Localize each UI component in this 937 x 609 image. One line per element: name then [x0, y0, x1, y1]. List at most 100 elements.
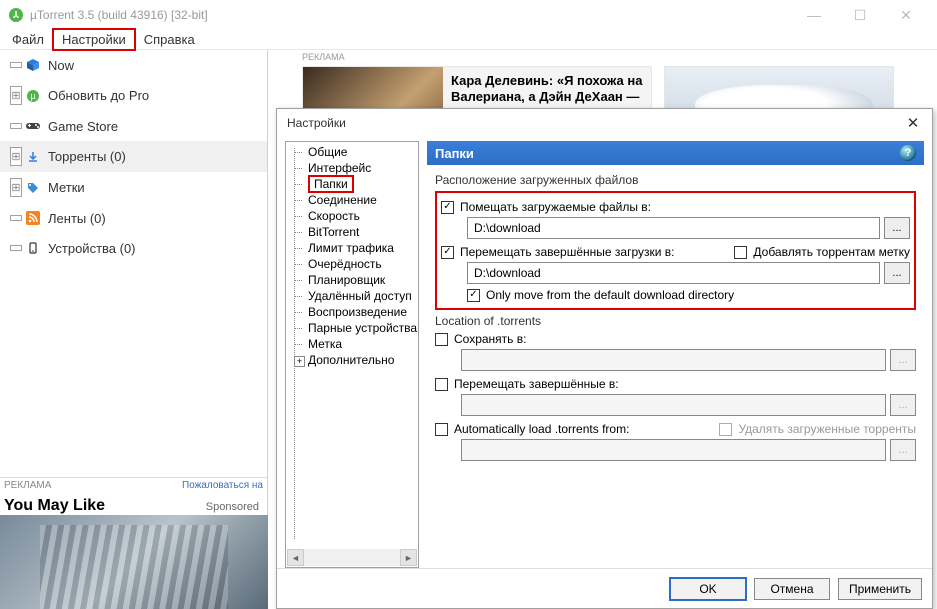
minimize-button[interactable]: —: [791, 0, 837, 30]
tree-scrollbar[interactable]: ◄►: [287, 549, 417, 566]
titlebar: µTorrent 3.5 (build 43916) [32-bit] — ☐ …: [0, 0, 937, 30]
logo-icon: µ: [24, 87, 42, 105]
pane-header: Папки ?: [427, 141, 924, 165]
dialog-titlebar[interactable]: Настройки ✕: [277, 109, 932, 137]
menu-settings[interactable]: Настройки: [52, 28, 136, 51]
browse-button: ...: [890, 349, 916, 371]
rss-icon: [24, 209, 42, 227]
checkbox-only-move[interactable]: [467, 289, 480, 302]
sidebar-item-labels[interactable]: ⊞ Метки: [0, 172, 267, 203]
tree-item-playback[interactable]: Воспроизведение: [286, 304, 418, 320]
tree-item-connection[interactable]: Соединение: [286, 192, 418, 208]
ad-image[interactable]: [0, 515, 268, 609]
checkbox-add-label[interactable]: [734, 246, 747, 259]
input-torrents-path: [461, 349, 886, 371]
checkbox-delete-loaded: [719, 423, 732, 436]
browse-button: ...: [890, 394, 916, 416]
cancel-button[interactable]: Отмена: [754, 578, 830, 600]
ad-label: РЕКЛАМА: [4, 480, 51, 491]
settings-pane: Папки ? Расположение загруженных файлов …: [427, 141, 924, 568]
input-download-path[interactable]: D:\download: [467, 217, 880, 239]
checkbox-move-torrents[interactable]: [435, 378, 448, 391]
scroll-right-icon[interactable]: ►: [400, 549, 417, 566]
sidebar-item-torrents[interactable]: ⊞ Торренты (0): [0, 141, 267, 172]
checkbox-store-in[interactable]: [435, 333, 448, 346]
browse-button[interactable]: ...: [884, 262, 910, 284]
scroll-left-icon[interactable]: ◄: [287, 549, 304, 566]
menubar: Файл Настройки Справка: [0, 30, 937, 50]
tree-item-remote[interactable]: Удалённый доступ: [286, 288, 418, 304]
gamepad-icon: [24, 117, 42, 135]
checkbox-move-completed[interactable]: [441, 246, 454, 259]
sidebar-item-feeds[interactable]: Ленты (0): [0, 203, 267, 233]
browse-button: ...: [890, 439, 916, 461]
ad-complain-link[interactable]: Пожаловаться на: [182, 480, 263, 491]
ad-label-row: РЕКЛАМА Пожаловаться на: [0, 477, 267, 493]
tree-expand-icon[interactable]: +: [294, 356, 305, 367]
label-move-completed: Перемещать завершённые загрузки в:: [460, 245, 674, 259]
input-move-torrents-path: [461, 394, 886, 416]
expand-icon[interactable]: ⊞: [10, 86, 22, 105]
dialog-title: Настройки: [287, 116, 900, 130]
checkbox-put-in[interactable]: [441, 201, 454, 214]
dialog-close-button[interactable]: ✕: [900, 110, 926, 136]
tree-item-paired[interactable]: Парные устройства: [286, 320, 418, 336]
sidebar-label: Метки: [48, 180, 85, 195]
checkbox-autoload[interactable]: [435, 423, 448, 436]
sidebar-item-now[interactable]: Now: [0, 50, 267, 80]
tree-item-scheduler[interactable]: Планировщик: [286, 272, 418, 288]
tree-item-bandwidth[interactable]: Лимит трафика: [286, 240, 418, 256]
tree-item-bittorrent[interactable]: BitTorrent: [286, 224, 418, 240]
browse-button[interactable]: ...: [884, 217, 910, 239]
settings-dialog: Настройки ✕ Общие Интерфейс Папки Соедин…: [276, 108, 933, 609]
ad-sponsored: Sponsored: [206, 501, 259, 513]
sidebar-label: Торренты (0): [48, 149, 126, 164]
sidebar-item-devices[interactable]: Устройства (0): [0, 233, 267, 263]
maximize-button[interactable]: ☐: [837, 0, 883, 30]
tree-item-interface[interactable]: Интерфейс: [286, 160, 418, 176]
cube-icon: [24, 56, 42, 74]
dialog-buttons: OK Отмена Применить: [277, 568, 932, 608]
window-controls: — ☐ ✕: [791, 0, 929, 30]
tree-item-general[interactable]: Общие: [286, 144, 418, 160]
tree-item-folders[interactable]: Папки: [286, 176, 418, 192]
sidebar: Now ⊞ µ Обновить до Pro Game Store ⊞ Тор…: [0, 50, 268, 609]
apply-button[interactable]: Применить: [838, 578, 922, 600]
sidebar-item-gamestore[interactable]: Game Store: [0, 111, 267, 141]
section-title: Location of .torrents: [435, 314, 916, 328]
sidebar-label: Game Store: [48, 119, 118, 134]
label-move-torrents: Перемещать завершённые в:: [454, 377, 619, 391]
input-completed-path[interactable]: D:\download: [467, 262, 880, 284]
svg-text:µ: µ: [30, 91, 35, 101]
menu-file[interactable]: Файл: [4, 30, 52, 49]
tag-icon: [24, 179, 42, 197]
label-delete-loaded: Удалять загруженные торренты: [738, 422, 916, 436]
ok-button[interactable]: OK: [670, 578, 746, 600]
input-autoload-path: [461, 439, 886, 461]
tree-item-label[interactable]: Метка: [286, 336, 418, 352]
window-title: µTorrent 3.5 (build 43916) [32-bit]: [30, 8, 791, 22]
pane-title: Папки: [435, 146, 474, 161]
tree-item-advanced[interactable]: +Дополнительно: [286, 352, 418, 368]
label-store-in: Сохранять в:: [454, 332, 526, 346]
label-put-in: Помещать загружаемые файлы в:: [460, 200, 651, 214]
expand-icon[interactable]: ⊞: [10, 147, 22, 166]
label-add-label: Добавлять торрентам метку: [753, 245, 910, 259]
sidebar-label: Обновить до Pro: [48, 88, 149, 103]
expand-icon[interactable]: ⊞: [10, 178, 22, 197]
tree-item-queue[interactable]: Очерёдность: [286, 256, 418, 272]
sidebar-item-upgrade[interactable]: ⊞ µ Обновить до Pro: [0, 80, 267, 111]
close-button[interactable]: ✕: [883, 0, 929, 30]
download-icon: [24, 148, 42, 166]
app-logo-icon: [8, 7, 24, 23]
tree-item-speed[interactable]: Скорость: [286, 208, 418, 224]
highlighted-section: Помещать загружаемые файлы в: D:\downloa…: [435, 191, 916, 310]
menu-help[interactable]: Справка: [136, 30, 203, 49]
ad-title: You May Like: [4, 497, 105, 515]
sidebar-label: Ленты (0): [48, 211, 106, 226]
help-icon[interactable]: ?: [900, 145, 916, 161]
settings-tree[interactable]: Общие Интерфейс Папки Соединение Скорост…: [285, 141, 419, 568]
ad-label: РЕКЛАМА: [302, 52, 345, 62]
section-title: Расположение загруженных файлов: [435, 173, 916, 187]
label-autoload: Automatically load .torrents from:: [454, 422, 629, 436]
